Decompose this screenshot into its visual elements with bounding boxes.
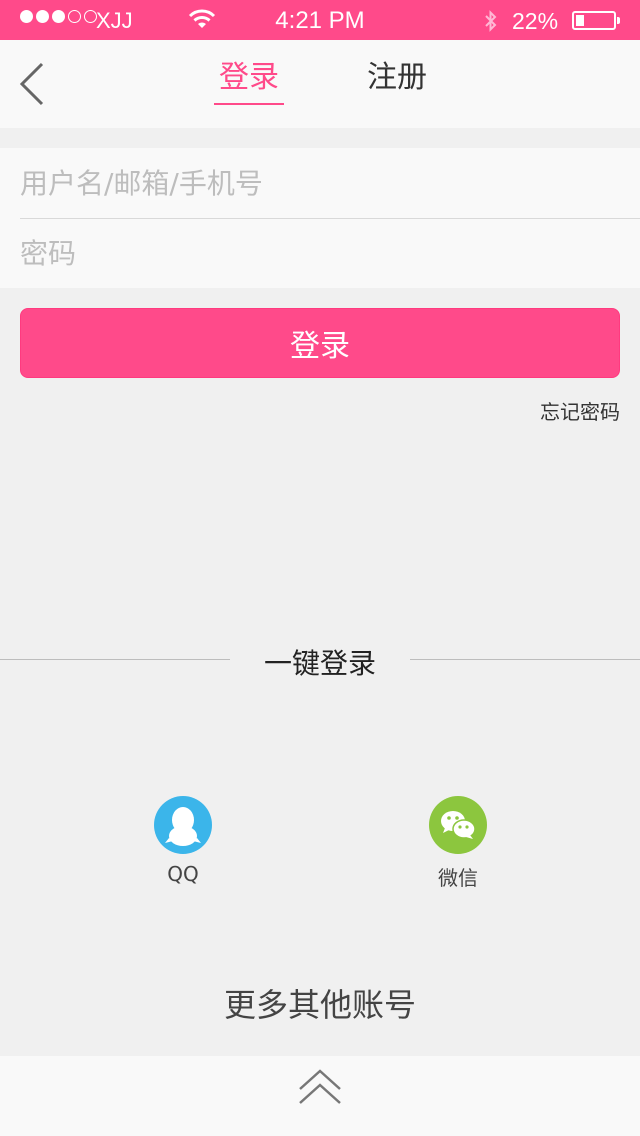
wechat-login-button[interactable]: 微信 xyxy=(398,796,518,891)
active-tab-indicator xyxy=(214,103,284,105)
qq-label: QQ xyxy=(167,862,199,886)
divider-line-right xyxy=(410,659,640,660)
quick-login-title: 一键登录 xyxy=(263,647,376,680)
tab-register[interactable]: 注册 xyxy=(362,57,432,99)
qq-icon xyxy=(154,796,212,854)
wechat-icon xyxy=(429,796,487,854)
battery-icon xyxy=(572,11,620,30)
battery-percent: 22% xyxy=(512,8,559,34)
chevron-left-icon xyxy=(19,62,44,106)
battery-nub xyxy=(617,17,620,24)
login-form xyxy=(0,148,640,288)
password-input[interactable] xyxy=(20,218,640,288)
battery-fill xyxy=(576,15,584,26)
back-button[interactable] xyxy=(14,60,50,110)
divider-line-left xyxy=(0,659,230,660)
more-accounts-link[interactable]: 更多其他账号 xyxy=(0,980,640,1026)
tab-login[interactable]: 登录 xyxy=(214,57,284,105)
tab-login-label: 登录 xyxy=(219,60,279,95)
expand-button[interactable] xyxy=(298,1067,342,1111)
forgot-password-link[interactable]: 忘记密码 xyxy=(540,396,620,425)
qq-login-button[interactable]: QQ xyxy=(123,796,243,886)
nav-bar: 登录 注册 xyxy=(0,40,640,128)
bluetooth-icon xyxy=(482,9,500,37)
double-chevron-up-icon xyxy=(299,1069,341,1104)
login-button[interactable]: 登录 xyxy=(20,308,620,378)
username-input[interactable] xyxy=(20,148,640,218)
status-bar: XJJ 4:21 PM 22% xyxy=(0,0,640,40)
wechat-label: 微信 xyxy=(438,866,478,890)
